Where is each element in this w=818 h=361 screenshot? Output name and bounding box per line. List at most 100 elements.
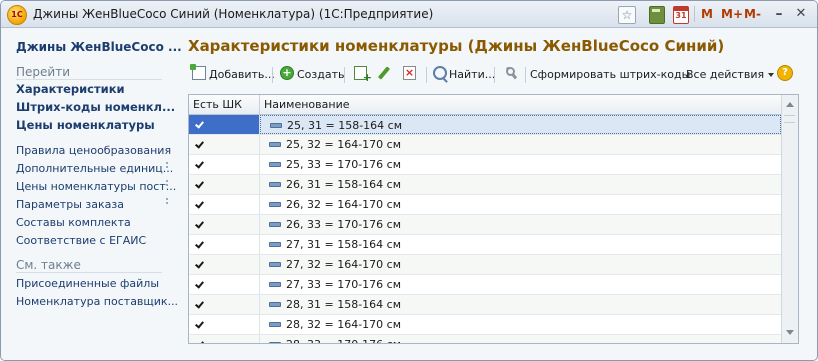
window-title: Джины ЖенBlueCoco Синий (Номенклатура) (… bbox=[33, 7, 434, 21]
has-barcode-cell[interactable] bbox=[189, 155, 260, 174]
characteristics-table[interactable]: Есть ШК Наименование 25, 31 = 158-164 см… bbox=[188, 94, 799, 344]
sidebar-item-egais[interactable]: Соответствие с ЕГАИС bbox=[16, 234, 146, 247]
table-row[interactable]: 26, 31 = 158-164 см bbox=[189, 175, 781, 195]
sidebar-item-barcodes[interactable]: Штрих-коды номенкл... bbox=[16, 100, 175, 114]
column-header-has-barcode[interactable]: Есть ШК bbox=[189, 95, 260, 114]
name-text: 25, 33 = 170-176 см bbox=[286, 158, 402, 171]
sidebar-item-prices[interactable]: Цены номенклатуры bbox=[16, 118, 155, 132]
has-barcode-cell[interactable] bbox=[189, 175, 260, 194]
copy-button[interactable] bbox=[354, 66, 372, 84]
column-header-name[interactable]: Наименование bbox=[260, 95, 764, 114]
has-barcode-cell[interactable] bbox=[189, 275, 260, 294]
titlebar-divider bbox=[694, 6, 695, 22]
name-cell[interactable]: 28, 33 = 170-176 см bbox=[260, 335, 781, 343]
name-text: 25, 31 = 158-164 см bbox=[287, 119, 403, 132]
chevron-down-icon bbox=[768, 73, 775, 77]
sidebar-item-supplier-items[interactable]: Номенклатура поставщик... bbox=[16, 295, 178, 308]
vertical-scrollbar[interactable] bbox=[781, 95, 798, 343]
generate-barcodes-button[interactable]: Сформировать штрих-коды bbox=[530, 66, 690, 84]
item-icon bbox=[269, 302, 281, 307]
name-cell[interactable]: 28, 32 = 164-170 см bbox=[260, 315, 781, 334]
sidebar-item-supplier-prices[interactable]: Цены номенклатуры пост... bbox=[16, 180, 176, 193]
sidebar-item-pricing-rules[interactable]: Правила ценообразования bbox=[16, 144, 171, 157]
sidebar-item-characteristics[interactable]: Характеристики bbox=[16, 82, 125, 96]
table-row[interactable]: 27, 32 = 164-170 см bbox=[189, 255, 781, 275]
table-row[interactable]: 25, 32 = 164-170 см bbox=[189, 135, 781, 155]
item-icon bbox=[269, 282, 281, 287]
calculator-icon[interactable] bbox=[649, 6, 665, 24]
goto-divider bbox=[16, 79, 162, 80]
scroll-up-icon[interactable] bbox=[782, 97, 798, 113]
minimize-icon[interactable]: – bbox=[772, 5, 786, 23]
table-body: 25, 31 = 158-164 см 25, 32 = 164-170 см 25… bbox=[189, 115, 781, 343]
checkmark-icon bbox=[195, 339, 204, 343]
table-row[interactable]: 27, 31 = 158-164 см bbox=[189, 235, 781, 255]
table-row[interactable]: 28, 32 = 164-170 см bbox=[189, 315, 781, 335]
memory-button[interactable]: M bbox=[701, 5, 713, 23]
name-cell[interactable]: 25, 31 = 158-164 см bbox=[260, 115, 781, 134]
table-row[interactable]: 26, 32 = 164-170 см bbox=[189, 195, 781, 215]
pin-icon bbox=[166, 162, 172, 168]
see-also-divider bbox=[16, 272, 162, 273]
has-barcode-cell[interactable] bbox=[189, 235, 260, 254]
sidebar-item-extra-units[interactable]: Дополнительные единиц... bbox=[16, 162, 173, 175]
sidebar-item-kit-contents[interactable]: Составы комплекта bbox=[16, 216, 131, 229]
item-icon bbox=[269, 262, 281, 267]
has-barcode-cell[interactable] bbox=[189, 135, 260, 154]
add-button[interactable]: Добавить... bbox=[209, 66, 275, 84]
help-icon[interactable]: ? bbox=[777, 65, 793, 81]
favorite-star-icon[interactable]: ☆ bbox=[618, 6, 636, 24]
has-barcode-cell[interactable] bbox=[189, 315, 260, 334]
checkmark-icon bbox=[195, 199, 204, 209]
has-barcode-cell[interactable] bbox=[189, 215, 260, 234]
search-icon bbox=[433, 66, 447, 80]
name-cell[interactable]: 26, 31 = 158-164 см bbox=[260, 175, 781, 194]
has-barcode-cell[interactable] bbox=[189, 335, 260, 343]
all-actions-label: Все действия bbox=[686, 68, 765, 81]
close-icon[interactable]: ✕ bbox=[794, 5, 808, 23]
checkmark-icon bbox=[195, 299, 204, 309]
delete-button[interactable]: × bbox=[403, 66, 416, 80]
table-row[interactable]: 25, 33 = 170-176 см bbox=[189, 155, 781, 175]
checkmark-icon bbox=[195, 319, 204, 329]
checkmark-icon bbox=[195, 239, 204, 249]
table-row[interactable]: 28, 33 = 170-176 см bbox=[189, 335, 781, 343]
has-barcode-cell[interactable] bbox=[189, 295, 260, 314]
name-cell[interactable]: 27, 32 = 164-170 см bbox=[260, 255, 781, 274]
app-logo-icon[interactable]: 1С bbox=[7, 5, 27, 25]
name-cell[interactable]: 28, 31 = 158-164 см bbox=[260, 295, 781, 314]
toolbar-divider bbox=[426, 67, 427, 83]
memory-plus-button[interactable]: M+ bbox=[721, 5, 743, 23]
name-cell[interactable]: 26, 33 = 170-176 см bbox=[260, 215, 781, 234]
calendar-icon[interactable]: 31 bbox=[673, 6, 689, 24]
memory-minus-button[interactable]: M- bbox=[744, 5, 761, 23]
item-icon bbox=[270, 123, 282, 128]
name-cell[interactable]: 26, 32 = 164-170 см bbox=[260, 195, 781, 214]
table-row[interactable]: 25, 31 = 158-164 см bbox=[189, 115, 781, 135]
sidebar-item-order-params[interactable]: Параметры заказа bbox=[16, 198, 124, 211]
checkmark-icon bbox=[195, 179, 204, 189]
name-cell[interactable]: 25, 32 = 164-170 см bbox=[260, 135, 781, 154]
sidebar-item-attached-files[interactable]: Присоединенные файлы bbox=[16, 277, 159, 290]
all-actions-menu[interactable]: Все действия bbox=[686, 66, 775, 84]
has-barcode-cell[interactable] bbox=[189, 115, 260, 134]
scroll-thumb[interactable] bbox=[784, 115, 795, 123]
edit-button[interactable] bbox=[377, 66, 391, 80]
has-barcode-cell[interactable] bbox=[189, 195, 260, 214]
has-barcode-cell[interactable] bbox=[189, 255, 260, 274]
pin-icon bbox=[166, 180, 172, 186]
name-text: 27, 31 = 158-164 см bbox=[286, 238, 402, 251]
table-row[interactable]: 28, 31 = 158-164 см bbox=[189, 295, 781, 315]
tools-icon[interactable] bbox=[504, 66, 518, 80]
toolbar-divider bbox=[272, 67, 273, 83]
scroll-down-icon[interactable] bbox=[782, 325, 798, 341]
name-cell[interactable]: 25, 33 = 170-176 см bbox=[260, 155, 781, 174]
name-cell[interactable]: 27, 33 = 170-176 см bbox=[260, 275, 781, 294]
table-row[interactable]: 26, 33 = 170-176 см bbox=[189, 215, 781, 235]
name-cell[interactable]: 27, 31 = 158-164 см bbox=[260, 235, 781, 254]
goto-header: Перейти bbox=[16, 65, 70, 79]
sidebar-title[interactable]: Джины ЖенBlueCoco ... bbox=[16, 40, 182, 54]
find-button[interactable]: Найти... bbox=[449, 66, 495, 84]
create-button[interactable]: Создать bbox=[297, 66, 345, 84]
table-row[interactable]: 27, 33 = 170-176 см bbox=[189, 275, 781, 295]
